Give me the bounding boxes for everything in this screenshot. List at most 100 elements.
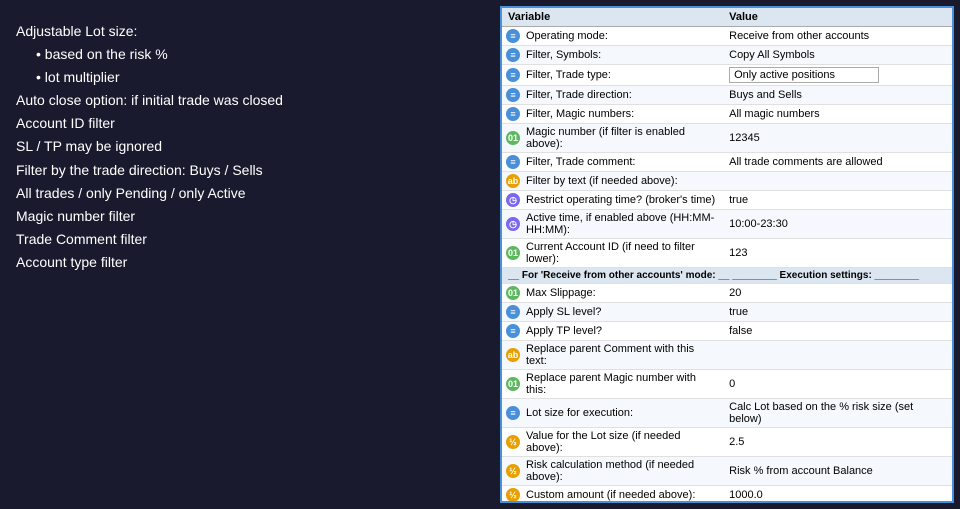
value-cell: false <box>723 322 952 341</box>
settings-table: Variable Value ≡Operating mode:Receive f… <box>502 8 952 501</box>
icon-cell-17: ≡ <box>502 399 522 428</box>
variable-cell: Risk calculation method (if needed above… <box>522 457 723 486</box>
icon-cell-8: ◷ <box>502 191 522 210</box>
variable-cell: Apply SL level? <box>522 303 723 322</box>
dropdown-value[interactable]: Only active positions <box>729 67 879 83</box>
table-row: ◷Restrict operating time? (broker's time… <box>502 191 952 210</box>
value-cell[interactable]: Only active positions <box>723 65 952 86</box>
table-row: 01Magic number (if filter is enabled abo… <box>502 124 952 153</box>
icon-cell-0: ≡ <box>502 27 522 46</box>
table-row: ≡Filter, Magic numbers:All magic numbers <box>502 105 952 124</box>
row-icon: ab <box>506 348 520 362</box>
row-icon: ≡ <box>506 48 520 62</box>
row-icon: ½ <box>506 435 520 449</box>
features-list: Adjustable Lot size:• based on the risk … <box>16 20 484 274</box>
table-row: ½Risk calculation method (if needed abov… <box>502 457 952 486</box>
row-icon: ◷ <box>506 193 520 207</box>
value-cell: true <box>723 191 952 210</box>
value-cell: Buys and Sells <box>723 86 952 105</box>
table-row: ≡Apply TP level?false <box>502 322 952 341</box>
icon-cell-4: ≡ <box>502 105 522 124</box>
table-row: ≡Lot size for execution:Calc Lot based o… <box>502 399 952 428</box>
variable-cell: Magic number (if filter is enabled above… <box>522 124 723 153</box>
variable-cell: Filter, Trade direction: <box>522 86 723 105</box>
variable-cell: Active time, if enabled above (HH:MM-HH:… <box>522 210 723 239</box>
variable-cell: Filter, Symbols: <box>522 46 723 65</box>
variable-cell: Lot size for execution: <box>522 399 723 428</box>
value-cell: All trade comments are allowed <box>723 153 952 172</box>
feature-item-1: • based on the risk % <box>36 43 484 66</box>
icon-cell-2: ≡ <box>502 65 522 86</box>
variable-cell: Restrict operating time? (broker's time) <box>522 191 723 210</box>
variable-cell: Operating mode: <box>522 27 723 46</box>
feature-item-5: SL / TP may be ignored <box>16 135 484 158</box>
table-row: ◷Active time, if enabled above (HH:MM-HH… <box>502 210 952 239</box>
feature-item-0: Adjustable Lot size: <box>16 20 484 43</box>
icon-cell-16: 01 <box>502 370 522 399</box>
value-cell: Calc Lot based on the % risk size (set b… <box>723 399 952 428</box>
row-icon: ≡ <box>506 155 520 169</box>
table-row: ½Value for the Lot size (if needed above… <box>502 428 952 457</box>
table-row: __ For 'Receive from other accounts' mod… <box>502 268 952 284</box>
feature-item-7: All trades / only Pending / only Active <box>16 182 484 205</box>
separator-cell: __ For 'Receive from other accounts' mod… <box>502 268 952 284</box>
variable-cell: Replace parent Comment with this text: <box>522 341 723 370</box>
value-cell <box>723 172 952 191</box>
row-icon: ≡ <box>506 88 520 102</box>
value-cell: Receive from other accounts <box>723 27 952 46</box>
variable-cell: Max Slippage: <box>522 284 723 303</box>
variable-cell: Current Account ID (if need to filter lo… <box>522 239 723 268</box>
feature-item-9: Trade Comment filter <box>16 228 484 251</box>
row-icon: 01 <box>506 377 520 391</box>
feature-item-3: Auto close option: if initial trade was … <box>16 89 484 112</box>
row-icon: 01 <box>506 246 520 260</box>
row-icon: ≡ <box>506 324 520 338</box>
row-icon: ab <box>506 174 520 188</box>
icon-cell-20: ½ <box>502 486 522 502</box>
feature-item-6: Filter by the trade direction: Buys / Se… <box>16 159 484 182</box>
variable-cell: Apply TP level? <box>522 322 723 341</box>
table-row: ½Custom amount (if needed above):1000.0 <box>502 486 952 502</box>
variable-cell: Filter, Trade comment: <box>522 153 723 172</box>
value-cell: 10:00-23:30 <box>723 210 952 239</box>
left-panel: Adjustable Lot size:• based on the risk … <box>0 0 500 509</box>
value-cell: 12345 <box>723 124 952 153</box>
table-row: abFilter by text (if needed above): <box>502 172 952 191</box>
icon-cell-14: ≡ <box>502 322 522 341</box>
value-cell <box>723 341 952 370</box>
value-cell: 2.5 <box>723 428 952 457</box>
table-row: ≡Filter, Trade comment:All trade comment… <box>502 153 952 172</box>
feature-item-4: Account ID filter <box>16 112 484 135</box>
icon-cell-19: ½ <box>502 457 522 486</box>
value-cell: Copy All Symbols <box>723 46 952 65</box>
value-cell: 1000.0 <box>723 486 952 502</box>
row-icon: ≡ <box>506 29 520 43</box>
feature-item-10: Account type filter <box>16 251 484 274</box>
variable-cell: Filter, Trade type: <box>522 65 723 86</box>
value-cell: All magic numbers <box>723 105 952 124</box>
table-row: 01Replace parent Magic number with this:… <box>502 370 952 399</box>
variable-cell: Value for the Lot size (if needed above)… <box>522 428 723 457</box>
table-row: ≡Operating mode:Receive from other accou… <box>502 27 952 46</box>
icon-cell-13: ≡ <box>502 303 522 322</box>
row-icon: ≡ <box>506 305 520 319</box>
value-cell: 20 <box>723 284 952 303</box>
row-icon: 01 <box>506 286 520 300</box>
icon-cell-5: 01 <box>502 124 522 153</box>
value-cell: 0 <box>723 370 952 399</box>
table-row: ≡Apply SL level?true <box>502 303 952 322</box>
table-row: abReplace parent Comment with this text: <box>502 341 952 370</box>
row-icon: ≡ <box>506 68 520 82</box>
table-container[interactable]: Variable Value ≡Operating mode:Receive f… <box>502 8 952 501</box>
right-panel: Variable Value ≡Operating mode:Receive f… <box>500 6 954 503</box>
variable-cell: Filter, Magic numbers: <box>522 105 723 124</box>
table-row: ≡Filter, Trade type: Only active position… <box>502 65 952 86</box>
icon-cell-9: ◷ <box>502 210 522 239</box>
feature-item-8: Magic number filter <box>16 205 484 228</box>
row-icon: ◷ <box>506 217 520 231</box>
variable-cell: Custom amount (if needed above): <box>522 486 723 502</box>
row-icon: ≡ <box>506 406 520 420</box>
icon-cell-3: ≡ <box>502 86 522 105</box>
icon-cell-6: ≡ <box>502 153 522 172</box>
value-cell: true <box>723 303 952 322</box>
